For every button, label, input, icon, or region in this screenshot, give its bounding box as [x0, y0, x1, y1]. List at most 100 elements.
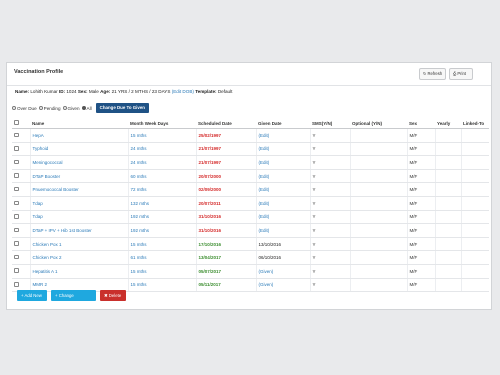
- row-checkbox[interactable]: [14, 241, 19, 246]
- vaccine-name-link[interactable]: Hepatitis A 1: [30, 264, 129, 279]
- given-date[interactable]: (Edit): [256, 128, 311, 143]
- month-week-days: 60 mths: [128, 169, 197, 184]
- vaccine-name-link[interactable]: Chicken Pox 2: [30, 250, 129, 265]
- vaccine-name-link[interactable]: Meningococcal: [30, 155, 129, 170]
- sms-value: Y: [310, 196, 351, 211]
- sms-value: Y: [310, 278, 351, 293]
- given-date[interactable]: (Edit): [256, 210, 311, 225]
- given-date[interactable]: (Given): [256, 278, 311, 293]
- add-new-button[interactable]: + Add New: [17, 290, 47, 301]
- yearly-value: [435, 210, 462, 225]
- scheduled-date: 17/10/2016: [196, 237, 257, 252]
- vaccine-name-link[interactable]: DTaP + IPV + Hib 1st Booster: [30, 223, 129, 238]
- filter-all[interactable]: All: [81, 105, 92, 111]
- delete-button[interactable]: ✖ Delete: [100, 290, 126, 301]
- given-date[interactable]: (Edit): [256, 182, 311, 197]
- radio-given[interactable]: [62, 106, 67, 110]
- filter-all-label: All: [86, 105, 92, 111]
- scheduled-date: 21/07/1997: [196, 155, 257, 170]
- row-checkbox[interactable]: [14, 268, 19, 273]
- sex-value: M/F: [407, 237, 436, 252]
- row-select-cell: [12, 250, 31, 265]
- vaccination-table: Name Month Week Days Scheduled Date Give…: [12, 118, 489, 293]
- row-checkbox[interactable]: [14, 186, 19, 192]
- vaccine-name-link[interactable]: Pnuemococcal Booster: [30, 182, 129, 197]
- row-checkbox[interactable]: [14, 214, 19, 219]
- edit-dob-link[interactable]: (Edit DOB): [172, 89, 194, 94]
- given-date[interactable]: (Edit): [256, 155, 311, 170]
- month-week-days: 24 mths: [128, 142, 197, 157]
- row-select-cell: [12, 264, 31, 279]
- change-template-button[interactable]: + Change Template: [51, 290, 96, 309]
- id-label: ID:: [58, 89, 66, 94]
- row-checkbox[interactable]: [14, 173, 19, 178]
- radio-over-due[interactable]: [12, 106, 16, 110]
- radio-all[interactable]: [81, 106, 86, 110]
- month-week-days: 15 mths: [128, 128, 197, 143]
- sex-value: M/F: [407, 169, 436, 184]
- footer-actions: + Add New + Change Template ✖ Delete: [17, 290, 126, 309]
- linked-to-value: [461, 169, 489, 184]
- row-checkbox[interactable]: [14, 159, 19, 165]
- sex-value: M/F: [407, 278, 436, 293]
- sex-value: M/F: [407, 264, 436, 279]
- sms-value: Y: [310, 128, 351, 143]
- given-date[interactable]: (Edit): [256, 223, 311, 238]
- vaccine-name-link[interactable]: DTaP Booster: [30, 169, 129, 184]
- row-checkbox[interactable]: [14, 146, 19, 151]
- vaccine-name-link[interactable]: Typhoid: [30, 142, 129, 157]
- optional-value: [350, 169, 408, 184]
- row-checkbox[interactable]: [14, 282, 19, 287]
- month-week-days: 192 mths: [128, 223, 197, 238]
- table-row: Chicken Pox 1 15 mths 17/10/2016 13/10/2016…: [12, 237, 489, 252]
- name-label: Name:: [15, 89, 30, 94]
- given-date[interactable]: (Given): [256, 264, 311, 279]
- optional-value: [350, 237, 408, 252]
- yearly-value: [435, 142, 462, 157]
- radio-pending[interactable]: [38, 106, 43, 110]
- sms-value: Y: [310, 250, 351, 265]
- given-date[interactable]: (Edit): [256, 142, 311, 157]
- scheduled-date: 21/07/1997: [196, 142, 257, 157]
- scheduled-date: 02/09/2000: [196, 182, 257, 197]
- select-all-checkbox[interactable]: [14, 120, 19, 125]
- sex-value: M/F: [407, 250, 436, 265]
- month-week-days: 192 mths: [128, 210, 197, 225]
- row-checkbox[interactable]: [14, 200, 19, 206]
- optional-value: [350, 155, 408, 170]
- given-date[interactable]: (Edit): [256, 196, 311, 211]
- given-date[interactable]: (Edit): [256, 169, 311, 184]
- filter-over-due[interactable]: Over Due: [12, 106, 37, 111]
- print-button[interactable]: ⎙ Print: [449, 68, 473, 80]
- panel-header: Vaccination Profile ↻ Refresh ⎙ Print: [7, 63, 491, 86]
- yearly-value: [435, 155, 462, 170]
- row-checkbox[interactable]: [14, 254, 19, 260]
- table-row: Typhoid 24 mths 21/07/1997 (Edit) Y M/F: [12, 142, 489, 157]
- vaccine-name-link[interactable]: HepA: [30, 128, 129, 143]
- col-given-date: Given Date: [256, 118, 310, 129]
- month-week-days: 72 mths: [128, 182, 197, 197]
- row-checkbox[interactable]: [14, 132, 19, 138]
- change-template-label: Change Template: [55, 293, 74, 309]
- col-yearly: Yearly: [435, 118, 461, 129]
- month-week-days: 15 mths: [128, 264, 197, 279]
- scheduled-date: 20/07/2011: [196, 196, 257, 211]
- table-row: Meningococcal 24 mths 21/07/1997 (Edit) Y M/F: [12, 155, 489, 170]
- filter-pending[interactable]: Pending: [38, 106, 61, 111]
- linked-to-value: [461, 223, 489, 238]
- refresh-button[interactable]: ↻ Refresh: [419, 68, 446, 80]
- filter-given[interactable]: Given: [62, 106, 80, 111]
- yearly-value: [435, 237, 462, 252]
- print-icon: ⎙: [453, 71, 457, 76]
- table-row: Tdap 132 mths 20/07/2011 (Edit) Y M/F: [12, 196, 489, 211]
- vaccine-name-link[interactable]: Tdap: [30, 196, 129, 211]
- vaccination-profile-panel: Vaccination Profile ↻ Refresh ⎙ Print Na…: [6, 62, 492, 310]
- select-all-cell: [12, 118, 30, 129]
- row-checkbox[interactable]: [14, 227, 19, 233]
- vaccine-name-link[interactable]: Tdap: [30, 210, 129, 225]
- change-due-to-given-button[interactable]: Change Due To Given: [95, 103, 149, 113]
- col-linked-to: Linked-To: [461, 118, 489, 129]
- vaccine-name-link[interactable]: Chicken Pox 1: [30, 237, 129, 252]
- table-body: HepA 15 mths 25/02/1997 (Edit) Y M/F Typhoid 24…: [12, 128, 489, 293]
- row-select-cell: [12, 169, 31, 184]
